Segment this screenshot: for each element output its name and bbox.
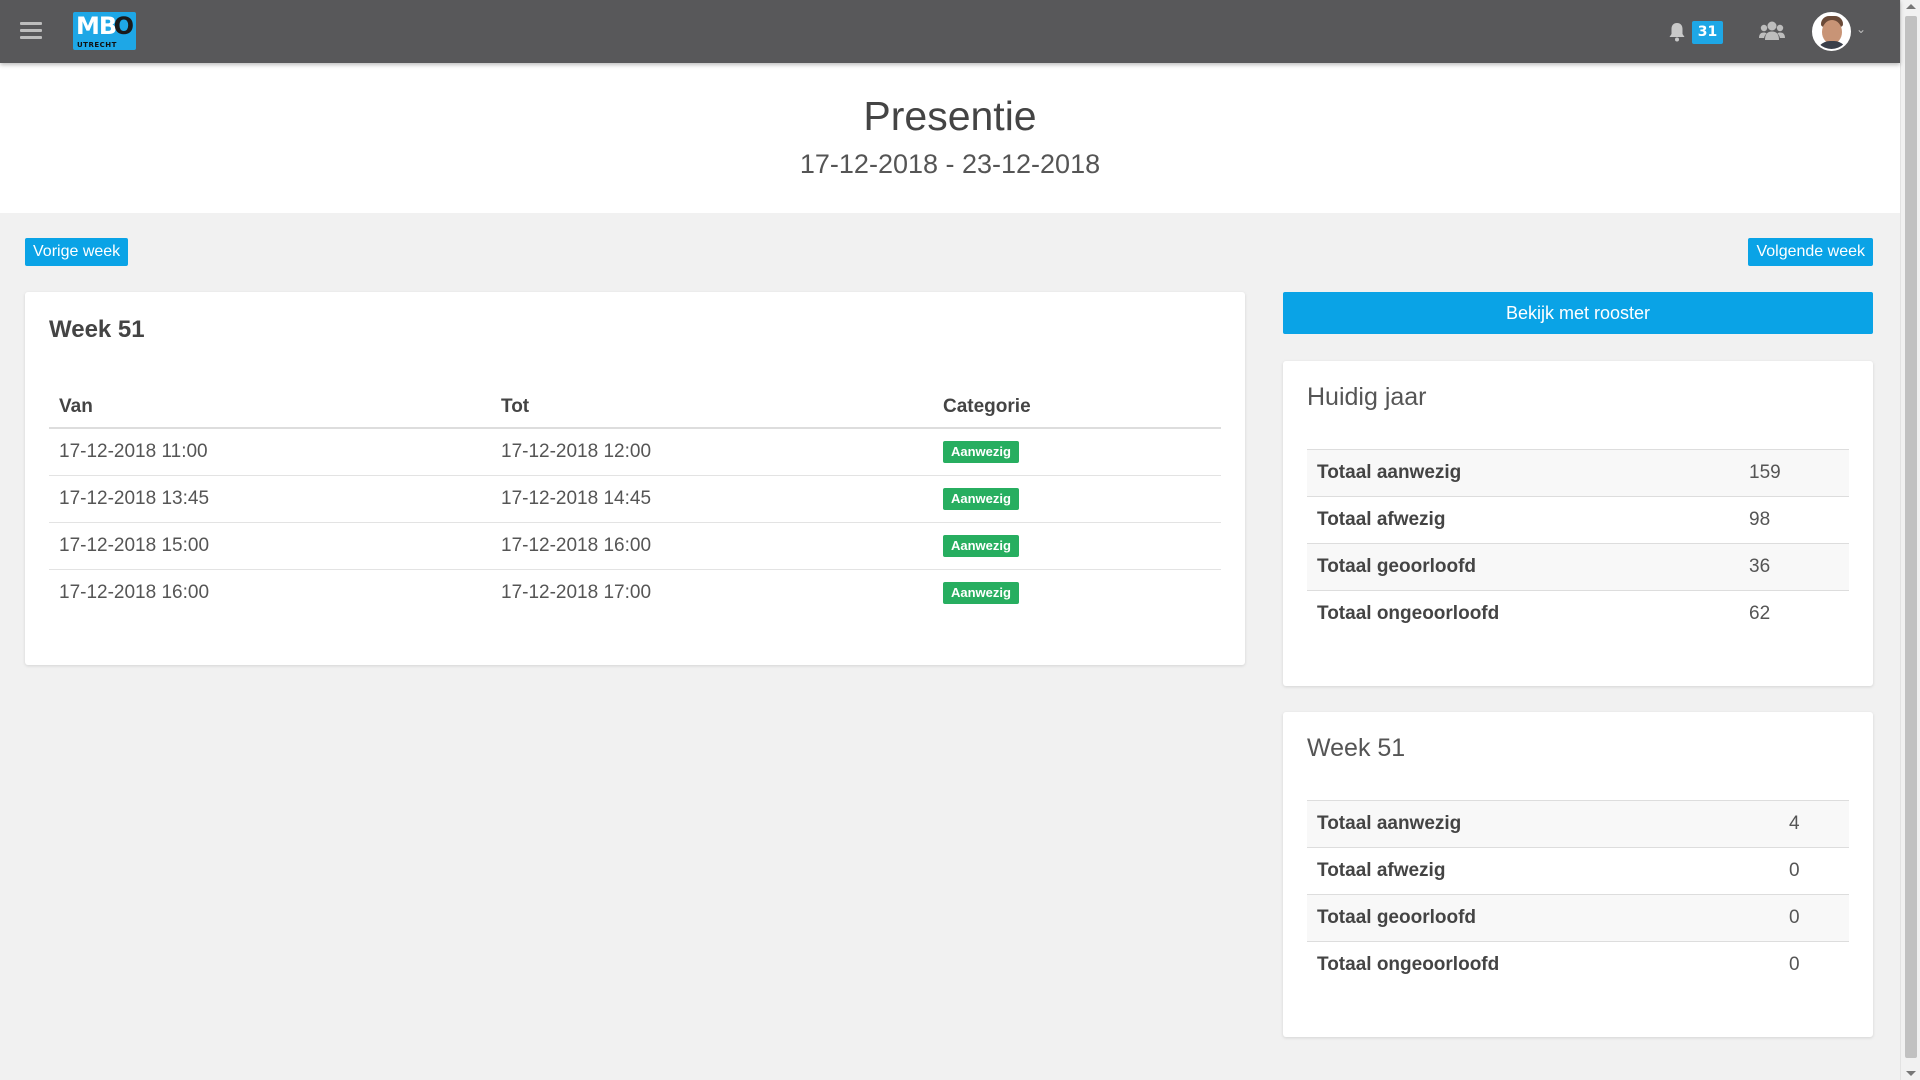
scroll-up-arrow-icon[interactable] <box>1906 4 1916 9</box>
stats-week-table: Totaal aanwezig 4 Totaal afwezig 0 Totaa… <box>1307 800 1849 989</box>
stat-row: Totaal aanwezig 4 <box>1307 800 1849 848</box>
stat-label: Totaal aanwezig <box>1307 800 1779 848</box>
notification-count-badge[interactable]: 31 <box>1692 21 1723 44</box>
stat-row: Totaal ongeoorloofd 0 <box>1307 941 1849 989</box>
stat-label: Totaal ongeoorloofd <box>1307 590 1739 638</box>
stat-label: Totaal ongeoorloofd <box>1307 941 1779 989</box>
stats-year-title: Huidig jaar <box>1307 383 1427 411</box>
stats-year-card: Huidig jaar Totaal aanwezig 159 Totaal a… <box>1283 361 1873 686</box>
cell-van: 17-12-2018 15:00 <box>49 522 491 570</box>
column-header-van: Van <box>49 386 491 429</box>
scroll-down-arrow-icon[interactable] <box>1906 1071 1916 1076</box>
view-rooster-button[interactable]: Bekijk met rooster <box>1283 292 1873 334</box>
category-badge: Aanwezig <box>943 441 1019 464</box>
stat-label: Totaal afwezig <box>1307 496 1739 544</box>
date-range: 17-12-2018 - 23-12-2018 <box>799 149 1101 179</box>
cell-tot: 17-12-2018 16:00 <box>491 522 933 570</box>
stat-label: Totaal afwezig <box>1307 847 1779 895</box>
previous-week-button[interactable]: Vorige week <box>25 238 129 266</box>
stats-year-table: Totaal aanwezig 159 Totaal afwezig 98 To… <box>1307 449 1849 638</box>
stat-label: Totaal geoorloofd <box>1307 543 1739 591</box>
stat-value: 0 <box>1779 894 1849 942</box>
stat-row: Totaal geoorloofd 0 <box>1307 894 1849 942</box>
attendance-card-title: Week 51 <box>49 316 145 343</box>
stat-value: 62 <box>1739 590 1849 638</box>
stats-week-title: Week 51 <box>1307 734 1406 762</box>
table-row: 17-12-2018 16:00 17-12-2018 17:00 Aanwez… <box>49 569 1221 616</box>
logo-subtitle: UTRECHT <box>77 41 117 49</box>
stat-row: Totaal afwezig 98 <box>1307 496 1849 544</box>
logo-o: O <box>113 12 134 40</box>
stat-label: Totaal aanwezig <box>1307 449 1739 497</box>
page-header: Presentie 17-12-2018 - 23-12-2018 <box>0 63 1900 213</box>
cell-tot: 17-12-2018 17:00 <box>501 581 652 603</box>
attendance-table: Van Tot Categorie 17-12-2018 11:00 17-12… <box>49 386 1221 616</box>
attendance-card: Week 51 Van Tot Categorie 17-12-2018 11:… <box>25 292 1245 665</box>
table-row: 17-12-2018 13:45 17-12-2018 14:45 Aanwez… <box>49 475 1221 523</box>
stat-value: 36 <box>1739 543 1849 591</box>
cell-van: 17-12-2018 13:45 <box>49 475 491 523</box>
cell-tot: 17-12-2018 14:45 <box>491 475 933 523</box>
page-title: Presentie <box>863 93 1037 139</box>
stats-week-card: Week 51 Totaal aanwezig 4 Totaal afwezig… <box>1283 712 1873 1037</box>
table-row: 17-12-2018 11:00 17-12-2018 12:00 Aanwez… <box>49 428 1221 476</box>
logo[interactable]: MB O UTRECHT <box>73 12 136 50</box>
cell-van: 17-12-2018 11:00 <box>49 428 491 476</box>
category-badge: Aanwezig <box>943 488 1019 510</box>
chevron-down-icon[interactable]: ⌄ <box>1856 22 1866 36</box>
bell-icon[interactable] <box>1668 22 1686 42</box>
stat-value: 0 <box>1779 847 1849 895</box>
category-badge: Aanwezig <box>943 582 1019 605</box>
stat-value: 4 <box>1779 800 1849 848</box>
stat-value: 98 <box>1739 496 1849 544</box>
stat-value: 159 <box>1739 449 1849 497</box>
vertical-scrollbar[interactable] <box>1900 0 1920 1080</box>
top-navbar: MB O UTRECHT 31 ⌄ <box>0 0 1900 63</box>
stat-row: Totaal ongeoorloofd 62 <box>1307 590 1849 638</box>
avatar[interactable] <box>1812 12 1851 51</box>
column-header-tot: Tot <box>491 386 933 429</box>
table-row: 17-12-2018 15:00 17-12-2018 16:00 Aanwez… <box>49 522 1221 570</box>
stat-value: 0 <box>1779 941 1849 989</box>
stat-row: Totaal geoorloofd 36 <box>1307 543 1849 591</box>
category-badge: Aanwezig <box>943 535 1019 557</box>
cell-tot: 17-12-2018 12:00 <box>491 428 933 476</box>
stat-label: Totaal geoorloofd <box>1307 894 1779 942</box>
hamburger-menu-icon[interactable] <box>20 22 42 40</box>
scrollbar-thumb[interactable] <box>1905 16 1917 1058</box>
cell-van: 17-12-2018 16:00 <box>59 581 210 603</box>
stat-row: Totaal aanwezig 159 <box>1307 449 1849 497</box>
logo-text: MB <box>76 12 117 40</box>
group-icon[interactable] <box>1759 20 1785 42</box>
column-header-categorie: Categorie <box>933 386 1221 429</box>
next-week-button[interactable]: Volgende week <box>1748 238 1873 266</box>
stat-row: Totaal afwezig 0 <box>1307 847 1849 895</box>
